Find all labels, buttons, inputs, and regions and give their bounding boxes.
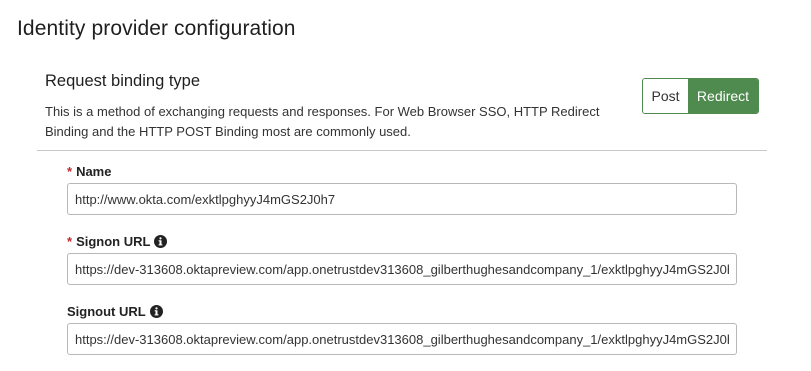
signon-url-field-label: * Signon URL bbox=[67, 234, 168, 249]
info-circle-icon[interactable] bbox=[154, 235, 168, 248]
section-title-request-binding: Request binding type bbox=[45, 72, 201, 90]
name-label-text: Name bbox=[76, 164, 112, 179]
required-marker: * bbox=[67, 234, 73, 249]
redirect-binding-button[interactable]: Redirect bbox=[688, 79, 758, 113]
signout-url-field-label: Signout URL bbox=[67, 304, 163, 319]
name-field-label: * Name bbox=[67, 164, 111, 179]
section-description: This is a method of exchanging requests … bbox=[45, 104, 600, 139]
post-binding-button[interactable]: Post bbox=[643, 79, 688, 113]
section-divider bbox=[37, 150, 767, 151]
signon-url-input[interactable] bbox=[67, 253, 737, 285]
info-circle-icon[interactable] bbox=[149, 305, 163, 318]
required-marker: * bbox=[67, 164, 73, 179]
signon-url-label-text: Signon URL bbox=[76, 234, 151, 249]
signout-url-input[interactable] bbox=[67, 323, 737, 355]
name-input[interactable] bbox=[67, 183, 737, 215]
page-title: Identity provider configuration bbox=[17, 17, 296, 40]
signout-url-label-text: Signout URL bbox=[67, 304, 146, 319]
request-binding-toggle: Post Redirect bbox=[642, 78, 759, 114]
